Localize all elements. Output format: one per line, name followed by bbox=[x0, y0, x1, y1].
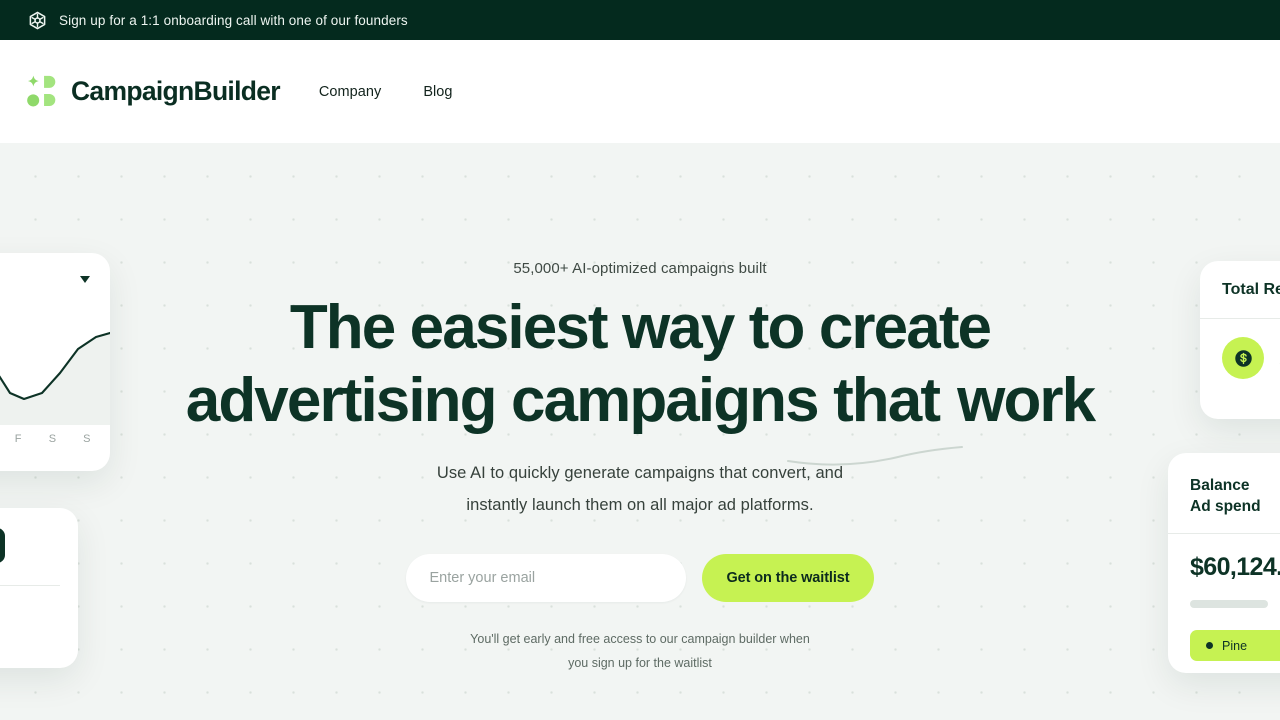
chart-day-label: S bbox=[83, 433, 91, 445]
balance-label-line-1: Balance bbox=[1190, 477, 1250, 494]
hero-eyebrow: 55,000+ AI-optimized campaigns built bbox=[513, 260, 767, 277]
expenses-line-chart bbox=[0, 331, 110, 425]
total-revenue-card: Total Revenue bbox=[1200, 261, 1280, 419]
balance-card-label: Balance Ad spend bbox=[1190, 475, 1280, 517]
details-button[interactable]: Details bbox=[0, 528, 5, 563]
hero-content: 55,000+ AI-optimized campaigns built The… bbox=[0, 143, 1280, 675]
announcement-bar[interactable]: Sign up for a 1:1 onboarding call with o… bbox=[0, 0, 1280, 40]
hero-section: Expenses T W T F S S Details Tot bbox=[0, 143, 1280, 720]
nav-link-company[interactable]: Company bbox=[319, 84, 381, 100]
chart-day-label: S bbox=[48, 433, 57, 445]
expenses-chart-card: Expenses T W T F S S bbox=[0, 253, 110, 471]
announcement-text: Sign up for a 1:1 onboarding call with o… bbox=[59, 12, 408, 28]
email-input[interactable] bbox=[405, 554, 686, 602]
waitlist-signup-form: Get on the waitlist bbox=[0, 554, 1280, 602]
brand-logo-link[interactable]: CampaignBuilder bbox=[26, 75, 281, 108]
campaignbuilder-logo-icon bbox=[27, 75, 56, 107]
nav-link-blog[interactable]: Blog bbox=[423, 84, 452, 100]
hero-subtitle-line-1: Use AI to quickly generate campaigns tha… bbox=[436, 464, 844, 482]
balance-ad-spend-card: Balance Ad spend $60,124.00 Pine bbox=[1168, 453, 1280, 673]
hero-title-accent-word: work bbox=[957, 366, 1096, 435]
chart-day-label: F bbox=[14, 433, 22, 445]
details-divider bbox=[0, 585, 60, 586]
hero-title-line-2: advertising campaigns that work bbox=[185, 366, 1096, 435]
page-title: The easiest way to create advertising ca… bbox=[185, 291, 1096, 466]
chart-day-labels: T W T F S S bbox=[0, 433, 110, 445]
balance-account-chip[interactable]: Pine bbox=[1190, 630, 1280, 661]
revenue-card-title: Total Revenue bbox=[1222, 281, 1280, 298]
hexagon-badge-icon bbox=[29, 11, 46, 29]
site-header: CampaignBuilder Company Blog bbox=[0, 40, 1280, 143]
balance-amount: $60,124.00 bbox=[1190, 553, 1280, 581]
form-note-line-2: you sign up for the waitlist bbox=[568, 656, 712, 670]
chart-card-header: Expenses bbox=[0, 271, 90, 288]
dollar-circle-icon bbox=[1222, 337, 1264, 379]
balance-progress-bar bbox=[1190, 600, 1268, 608]
brand-name: CampaignBuilder bbox=[71, 76, 281, 106]
revenue-divider bbox=[1200, 318, 1280, 319]
revenue-row bbox=[1222, 337, 1280, 379]
main-nav: Company Blog bbox=[319, 84, 453, 100]
hero-title-line-1: The easiest way to create bbox=[289, 293, 992, 362]
details-card: Details bbox=[0, 508, 78, 668]
hero-subtitle-line-2: instantly launch them on all major ad pl… bbox=[466, 496, 814, 514]
form-note-line-1: You'll get early and free access to our … bbox=[470, 632, 810, 646]
landing-page: Sign up for a 1:1 onboarding call with o… bbox=[0, 0, 1280, 720]
balance-chip-label: Pine bbox=[1222, 638, 1248, 653]
status-dot-icon bbox=[1206, 642, 1213, 649]
form-helper-note: You'll get early and free access to our … bbox=[0, 627, 1280, 675]
get-on-waitlist-button[interactable]: Get on the waitlist bbox=[701, 554, 875, 602]
balance-divider bbox=[1168, 533, 1280, 534]
hero-subtitle: Use AI to quickly generate campaigns tha… bbox=[0, 457, 1280, 521]
chevron-down-icon[interactable] bbox=[80, 276, 90, 283]
balance-label-line-2: Ad spend bbox=[1190, 498, 1261, 515]
